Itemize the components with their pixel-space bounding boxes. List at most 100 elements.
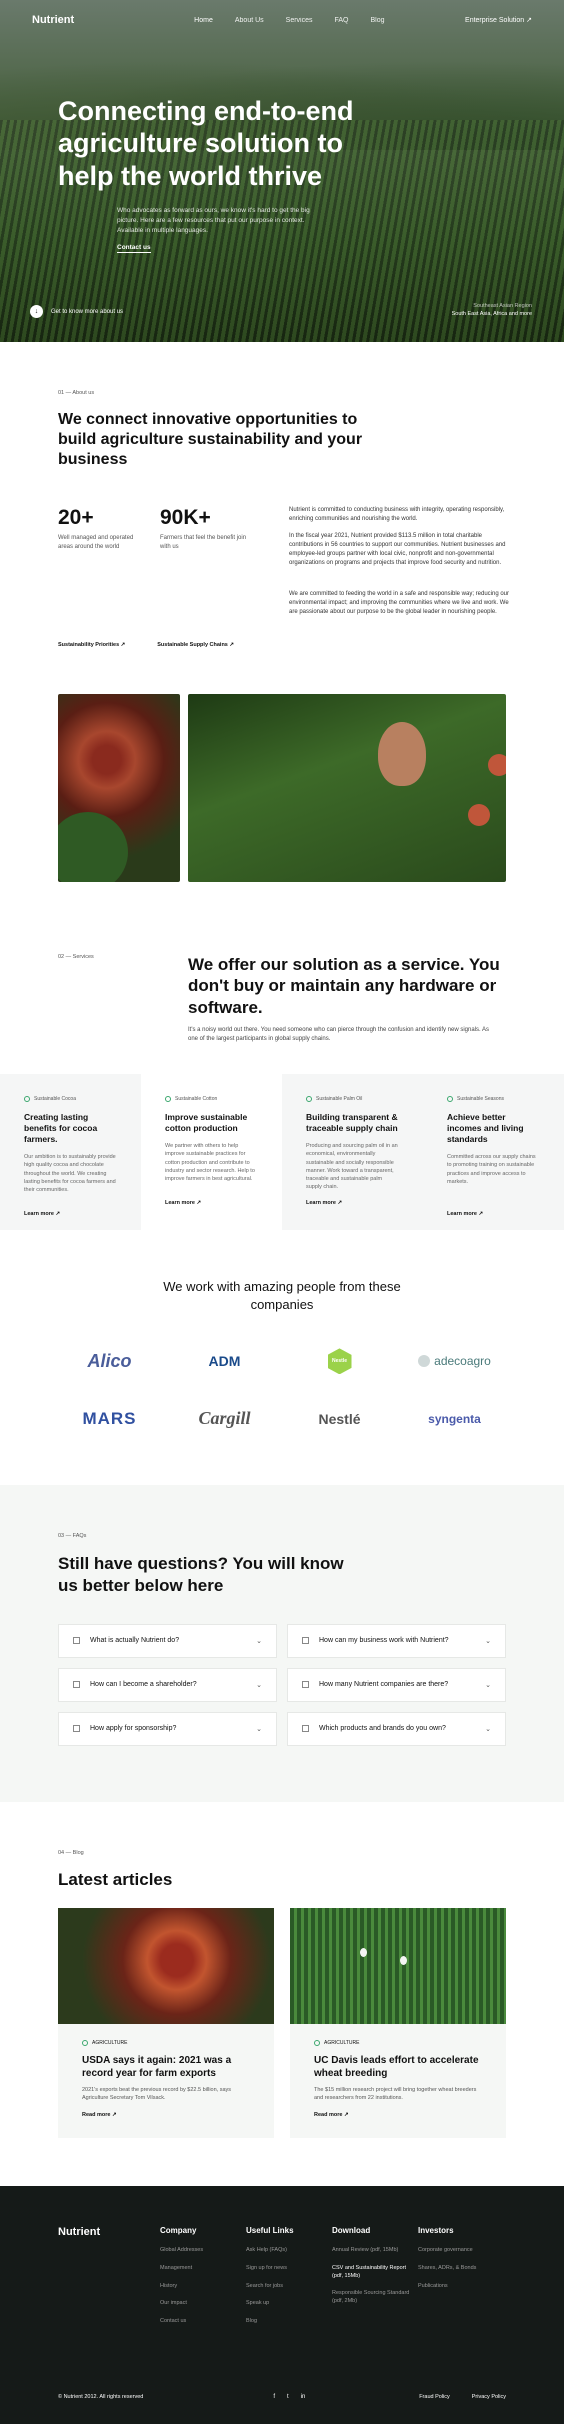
farmer-image [188,694,506,882]
square-icon [302,1725,309,1733]
contact-us-link[interactable]: Contact us [117,244,151,253]
learn-more-link[interactable]: Learn more ↗ [447,1211,540,1217]
footer-col-investors: Investors Corporate governance Shares, A… [418,2226,504,2335]
copyright: © Nutrient 2012. All rights reserved [58,2393,144,2400]
post-title: UC Davis leads effort to accelerate whea… [314,2054,479,2079]
faq-item[interactable]: Which products and brands do you own? ⌄ [287,1711,506,1746]
about-links: Sustainability Priorities ↗ Sustainable … [58,642,234,648]
post-tag: AGRICULTURE [314,2039,482,2046]
faq-question: How many Nutrient companies are there? [319,1681,449,1689]
twitter-icon[interactable]: t [287,2394,289,2400]
faq-item[interactable]: How many Nutrient companies are there? ⌄ [287,1667,506,1702]
location-text: South East Asia, Africa and more [451,311,532,318]
faq-item[interactable]: How apply for sponsorship? ⌄ [58,1711,277,1746]
chevron-down-icon: ⌄ [256,1725,262,1733]
card-text: Committed across our supply chains to pr… [447,1154,536,1185]
learn-more-link[interactable]: Learn more ↗ [306,1200,399,1206]
faq-item[interactable]: How can my business work with Nutrient? ⌄ [287,1623,506,1658]
stat-label: Well managed and operated areas around t… [58,535,134,550]
footer-link[interactable]: Our impact [160,2300,246,2308]
card-tag: Sustainable Cocoa [24,1096,117,1102]
nav-faq[interactable]: FAQ [335,17,349,24]
sustainability-priorities-link[interactable]: Sustainability Priorities ↗ [58,642,125,648]
about-eyebrow: 01 — About us [58,390,95,396]
card-tag: Sustainable Seasons [447,1096,540,1102]
footer-link[interactable]: Annual Review (pdf, 15Mb) [332,2247,418,2255]
top-nav: Nutrient Home About Us Services FAQ Blog… [0,0,564,40]
footer-link[interactable]: Corporate governance [418,2247,504,2255]
footer-col-useful-links: Useful Links Ask Help (FAQs) Sign up for… [246,2226,332,2335]
leaf-icon [314,2039,320,2046]
service-card-seasons: Sustainable Seasons Achieve better incom… [423,1074,564,1230]
read-more-link[interactable]: Read more ↗ [314,2112,482,2118]
nav-home[interactable]: Home [194,17,213,24]
cargill-logo: Cargill [198,1408,251,1429]
footer-link[interactable]: History [160,2283,246,2291]
footer-col-download: Download Annual Review (pdf, 15Mb) CSV a… [332,2226,418,2335]
about-paragraph: Nutrient is committed to conducting busi… [289,507,505,522]
footer-link[interactable]: Global Addresses [160,2247,246,2255]
footer-logo[interactable]: Nutrient [58,2226,160,2335]
nestle-hex-logo: Nestle [327,1348,352,1375]
services-section: 02 — Services We offer our solution as a… [0,882,564,1230]
fruit-shape [468,804,490,826]
faq-item[interactable]: How can I become a shareholder? ⌄ [58,1667,277,1702]
mars-logo: MARS [82,1408,137,1428]
fruit-shape [488,754,506,776]
faq-item[interactable]: What is actually Nutrient do? ⌄ [58,1623,277,1658]
footer-link[interactable]: Ask Help (FAQs) [246,2247,332,2255]
adm-logo: ADM [208,1353,241,1370]
footer-link[interactable]: Blog [246,2318,332,2326]
linkedin-icon[interactable]: in [301,2394,306,2400]
footer-link[interactable]: Search for jobs [246,2283,332,2291]
card-tag-label: Sustainable Palm Oil [316,1096,363,1102]
learn-more-link[interactable]: Learn more ↗ [24,1211,117,1217]
stat-areas: 20+ Well managed and operated areas arou… [58,506,148,551]
nav-about[interactable]: About Us [235,17,264,24]
stat-number: 90K+ [160,506,211,529]
arrow-down-icon: ↓ [30,305,43,318]
chevron-down-icon: ⌄ [485,1681,491,1689]
sustainable-supply-chains-link[interactable]: Sustainable Supply Chains ↗ [157,642,234,648]
footer-link[interactable]: Sign up for news [246,2265,332,2273]
chevron-down-icon: ⌄ [256,1637,262,1645]
card-text: Our ambition is to sustainably provide h… [24,1154,116,1194]
footer-link[interactable]: Shares, ADRs, & Bonds [418,2265,504,2273]
nav-links: Home About Us Services FAQ Blog [194,17,384,24]
enterprise-solution-link[interactable]: Enterprise Solution ↗ [465,16,532,24]
post-tag-label: AGRICULTURE [92,2039,128,2046]
blog-post[interactable]: AGRICULTURE UC Davis leads effort to acc… [290,1907,506,2139]
footer: Nutrient Company Global Addresses Manage… [0,2186,564,2424]
post-excerpt: 2021's exports beat the previous record … [82,2086,232,2102]
know-more-button[interactable]: ↓ Get to know more about us [30,305,123,318]
adecoagro-logo: adecoagro [418,1354,491,1368]
footer-link[interactable]: Responsible Sourcing Standard (pdf, 2Mb) [332,2290,418,2305]
nav-services[interactable]: Services [286,17,313,24]
post-title: USDA says it again: 2021 was a record ye… [82,2054,232,2079]
card-tag-label: Sustainable Seasons [457,1096,504,1102]
footer-link[interactable]: Publications [418,2283,504,2291]
footer-link[interactable]: CSV and Sustainability Report (pdf, 15Mb… [332,2265,418,2280]
nav-blog[interactable]: Blog [371,17,385,24]
privacy-policy-link[interactable]: Privacy Policy [472,2394,506,2400]
leaf-icon [24,1096,30,1102]
brand-logo[interactable]: Nutrient [32,14,74,26]
square-icon [73,1725,80,1733]
read-more-link[interactable]: Read more ↗ [82,2112,250,2118]
footer-link[interactable]: Contact us [160,2318,246,2326]
card-tag-label: Sustainable Cocoa [34,1096,76,1102]
leaf-icon [165,1096,171,1102]
faq-question: What is actually Nutrient do? [90,1637,180,1645]
stat-farmers: 90K+ Farmers that feel the benefit join … [160,506,250,551]
post-body: AGRICULTURE UC Davis leads effort to acc… [290,2024,506,2139]
footer-link[interactable]: Management [160,2265,246,2273]
learn-more-link[interactable]: Learn more ↗ [165,1200,258,1206]
facebook-icon[interactable]: f [273,2394,275,2400]
about-paragraph: We are committed to feeding the world in… [289,591,510,615]
stat-number: 20+ [58,506,94,529]
card-tag: Sustainable Cotton [165,1096,258,1102]
fraud-policy-link[interactable]: Fraud Policy [419,2394,450,2400]
blog-post[interactable]: AGRICULTURE USDA says it again: 2021 was… [58,1907,274,2139]
footer-link[interactable]: Speak up [246,2300,332,2308]
service-card-cocoa: Sustainable Cocoa Creating lasting benef… [0,1074,141,1230]
